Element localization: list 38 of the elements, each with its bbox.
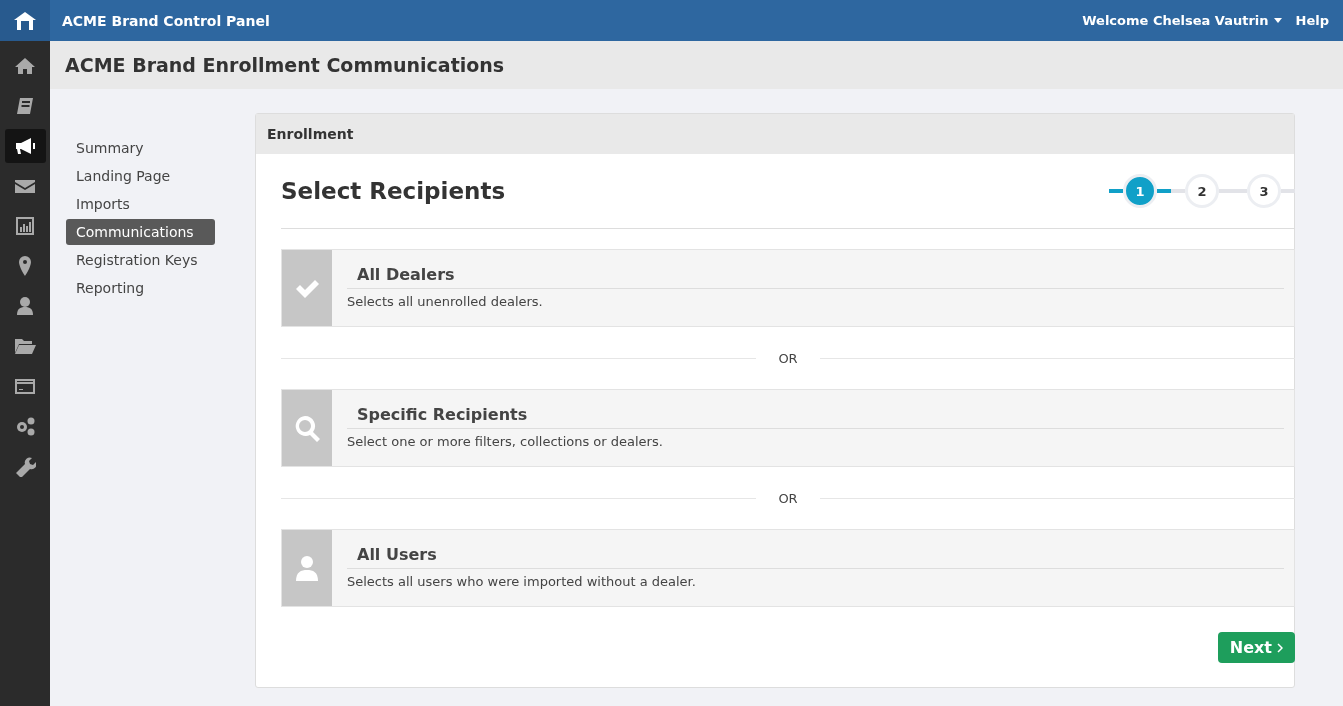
recipient-option[interactable]: Specific Recipients Select one or more filters, collections or dealers. <box>281 389 1295 467</box>
option-title: Specific Recipients <box>347 405 1284 429</box>
option-description: Selects all unenrolled dealers. <box>347 293 544 309</box>
or-separator: OR <box>777 350 799 366</box>
option-description: Selects all users who were imported without a dealer. <box>347 573 697 589</box>
book-icon <box>14 95 36 117</box>
chart-icon <box>14 215 36 237</box>
wrench-icon <box>14 455 36 477</box>
recipient-option[interactable]: All Users Selects all users who were imported without a dealer. <box>281 529 1295 607</box>
sidebar-item[interactable] <box>4 129 46 163</box>
nav-item[interactable]: Reporting <box>66 275 215 301</box>
nav-item[interactable]: Communications <box>66 219 215 245</box>
panel-title: Enrollment <box>267 126 354 142</box>
house-logo-icon <box>13 10 37 31</box>
page-title: ACME Brand Enrollment Communications <box>65 54 505 76</box>
help-link[interactable]: Help <box>1295 13 1329 28</box>
option-description: Select one or more filters, collections or dealers. <box>347 433 664 449</box>
user-icon <box>293 554 321 582</box>
section-heading: Select Recipients <box>281 178 507 204</box>
user-menu[interactable]: Welcome Chelsea Vautrin <box>1082 13 1282 28</box>
search-icon <box>293 414 321 442</box>
nav-item[interactable]: Summary <box>66 135 215 161</box>
app-title: ACME Brand Control Panel <box>62 12 270 29</box>
step-circle[interactable]: 3 <box>1247 174 1281 208</box>
user-icon <box>14 295 36 317</box>
step-circle[interactable]: 2 <box>1185 174 1219 208</box>
megaphone-icon <box>14 135 36 157</box>
recipient-option[interactable]: All Dealers Selects all unenrolled dealers. <box>281 249 1295 327</box>
option-title: All Dealers <box>347 265 1284 289</box>
caret-icon <box>1273 18 1282 23</box>
nav-item[interactable]: Landing Page <box>66 163 215 189</box>
or-separator: OR <box>777 490 799 506</box>
chevron-right-icon <box>1277 642 1283 653</box>
nav-item[interactable]: Imports <box>66 191 215 217</box>
nav-item[interactable]: Registration Keys <box>66 247 215 273</box>
home-icon <box>14 55 36 77</box>
option-title: All Users <box>347 545 1284 569</box>
logo-tile[interactable] <box>0 0 50 41</box>
